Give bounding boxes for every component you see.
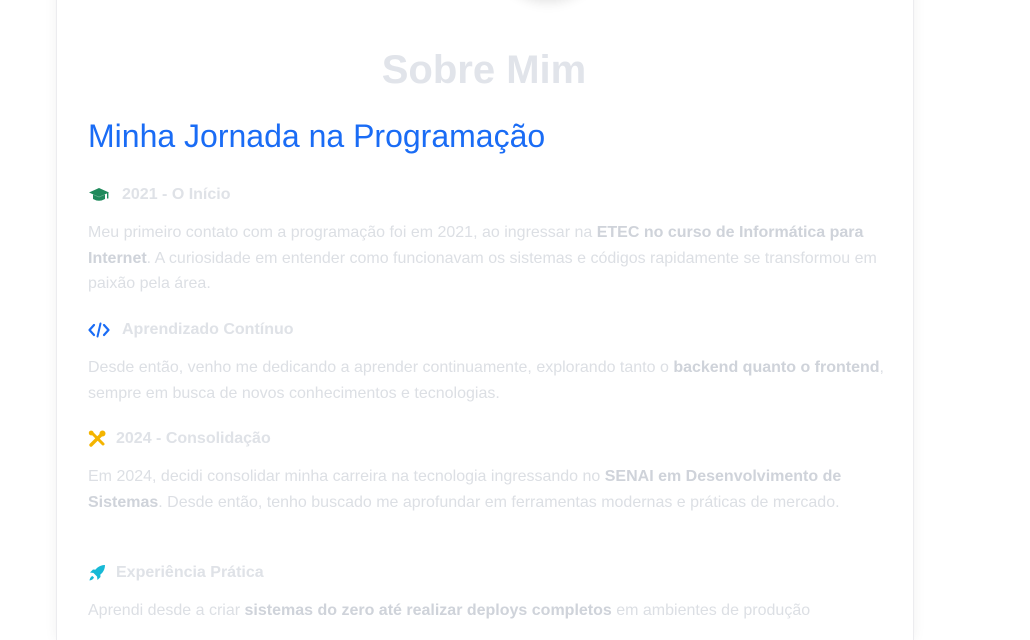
tools-icon: [88, 429, 110, 449]
timeline-section-2021: 2021 - O Início Meu primeiro contato com…: [88, 184, 888, 297]
text-part: Em 2024, decidi consolidar minha carreir…: [88, 468, 605, 485]
text-part: em ambientes de produção: [611, 602, 811, 619]
text-highlight: backend quanto o frontend: [673, 359, 880, 376]
code-icon: [88, 320, 116, 340]
timeline-section-experience: Experiência Prática Aprendi desde a cria…: [88, 562, 888, 624]
journey-subtitle: Minha Jornada na Programação: [88, 118, 546, 154]
timeline-section-2024: 2024 - Consolidação Em 2024, decidi cons…: [88, 428, 888, 515]
section-text: Desde então, venho me dedicando a aprend…: [88, 355, 888, 406]
section-header: 2021 - O Início: [88, 184, 888, 206]
text-highlight: sistemas do zero até realizar deploys co…: [244, 602, 612, 619]
section-title: Sobre Mim: [381, 48, 587, 92]
section-heading: 2021 - O Início: [122, 186, 231, 203]
section-text: Meu primeiro contato com a programação f…: [88, 220, 888, 297]
section-heading: Experiência Prática: [116, 564, 264, 581]
section-text: Aprendi desde a criar sistemas do zero a…: [88, 598, 888, 624]
section-heading: Aprendizado Contínuo: [122, 321, 294, 338]
section-text: Em 2024, decidi consolidar minha carreir…: [88, 464, 888, 515]
section-heading: 2024 - Consolidação: [116, 430, 271, 447]
text-part: . A curiosidade em entender como funcion…: [88, 249, 877, 293]
timeline-section-learning: Aprendizado Contínuo Desde então, venho …: [88, 319, 888, 406]
graduation-cap-icon: [88, 185, 116, 205]
text-part: Desde então, venho me dedicando a aprend…: [88, 359, 674, 376]
section-header: Experiência Prática: [88, 562, 888, 584]
text-part: Meu primeiro contato com a programação f…: [88, 224, 597, 241]
section-header: 2024 - Consolidação: [88, 428, 888, 450]
text-part: . Desde então, tenho buscado me aprofund…: [158, 493, 840, 511]
rocket-icon: [88, 563, 110, 583]
section-header: Aprendizado Contínuo: [88, 319, 888, 341]
text-part: Aprendi desde a criar: [88, 602, 245, 619]
